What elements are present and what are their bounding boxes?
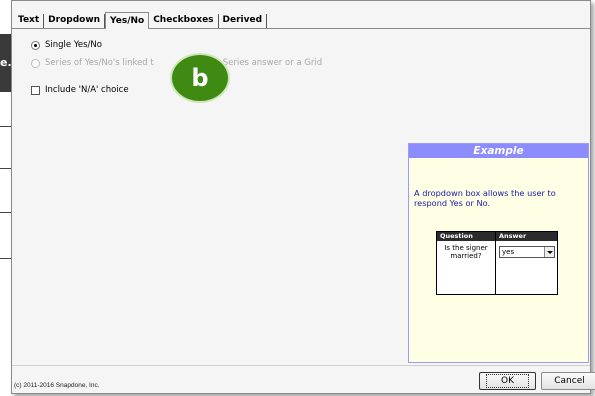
- chevron-down-icon[interactable]: [544, 247, 554, 257]
- tab-label: Text: [18, 15, 40, 25]
- footer-divider: [12, 365, 590, 366]
- example-panel: Example A dropdown box allows the user t…: [408, 143, 589, 363]
- cancel-button[interactable]: Cancel: [541, 372, 595, 390]
- radio-button[interactable]: [31, 40, 40, 50]
- tab-yes-no[interactable]: Yes/No: [105, 12, 150, 29]
- question-header: Question: [437, 232, 495, 241]
- series-yes-no-label-continued: Series answer or a Grid: [222, 58, 323, 68]
- ok-button-label: OK: [486, 374, 529, 388]
- tab-label: Dropdown: [48, 15, 101, 25]
- radio-button: [31, 58, 40, 68]
- example-table: Question Is the signer married? Answer y…: [436, 231, 558, 295]
- callout-badge: b: [170, 53, 230, 103]
- include-na-option[interactable]: Include 'N/A' choice: [31, 85, 129, 95]
- example-description: A dropdown box allows the user to respon…: [414, 188, 556, 208]
- tab-dropdown[interactable]: Dropdown: [44, 14, 106, 28]
- callout-letter: b: [191, 64, 209, 92]
- series-yes-no-label: Series of Yes/No's linked t: [45, 58, 154, 68]
- tab-text[interactable]: Text: [12, 14, 45, 28]
- answer-value: yes: [502, 248, 515, 256]
- tab-label: Checkboxes: [153, 15, 214, 25]
- tab-label: Yes/No: [110, 16, 145, 26]
- answer-header: Answer: [496, 232, 557, 241]
- tab-label: Derived: [222, 15, 263, 25]
- include-na-label: Include 'N/A' choice: [45, 85, 129, 95]
- tab-derived[interactable]: Derived: [219, 14, 268, 28]
- single-yes-no-label: Single Yes/No: [45, 40, 102, 50]
- single-yes-no-option[interactable]: Single Yes/No: [31, 40, 102, 50]
- question-column: Question Is the signer married?: [437, 232, 496, 294]
- field-type-dialog: Text Dropdown Yes/No Checkboxes Derived …: [11, 0, 595, 394]
- tab-divider: [12, 28, 590, 29]
- cancel-button-label: Cancel: [554, 376, 585, 386]
- example-title: Example: [409, 144, 588, 158]
- tab-strip: Text Dropdown Yes/No Checkboxes Derived: [12, 10, 268, 29]
- checkbox[interactable]: [31, 85, 40, 95]
- answer-column: Answer yes: [496, 232, 557, 294]
- copyright-text: (c) 2011-2016 Snapdone, Inc.: [14, 382, 100, 389]
- tab-checkboxes[interactable]: Checkboxes: [149, 14, 219, 28]
- question-text: Is the signer married?: [444, 244, 488, 260]
- background-fragment-text: e.: [0, 56, 12, 69]
- ok-button[interactable]: OK: [479, 372, 536, 390]
- answer-dropdown[interactable]: yes: [499, 246, 555, 258]
